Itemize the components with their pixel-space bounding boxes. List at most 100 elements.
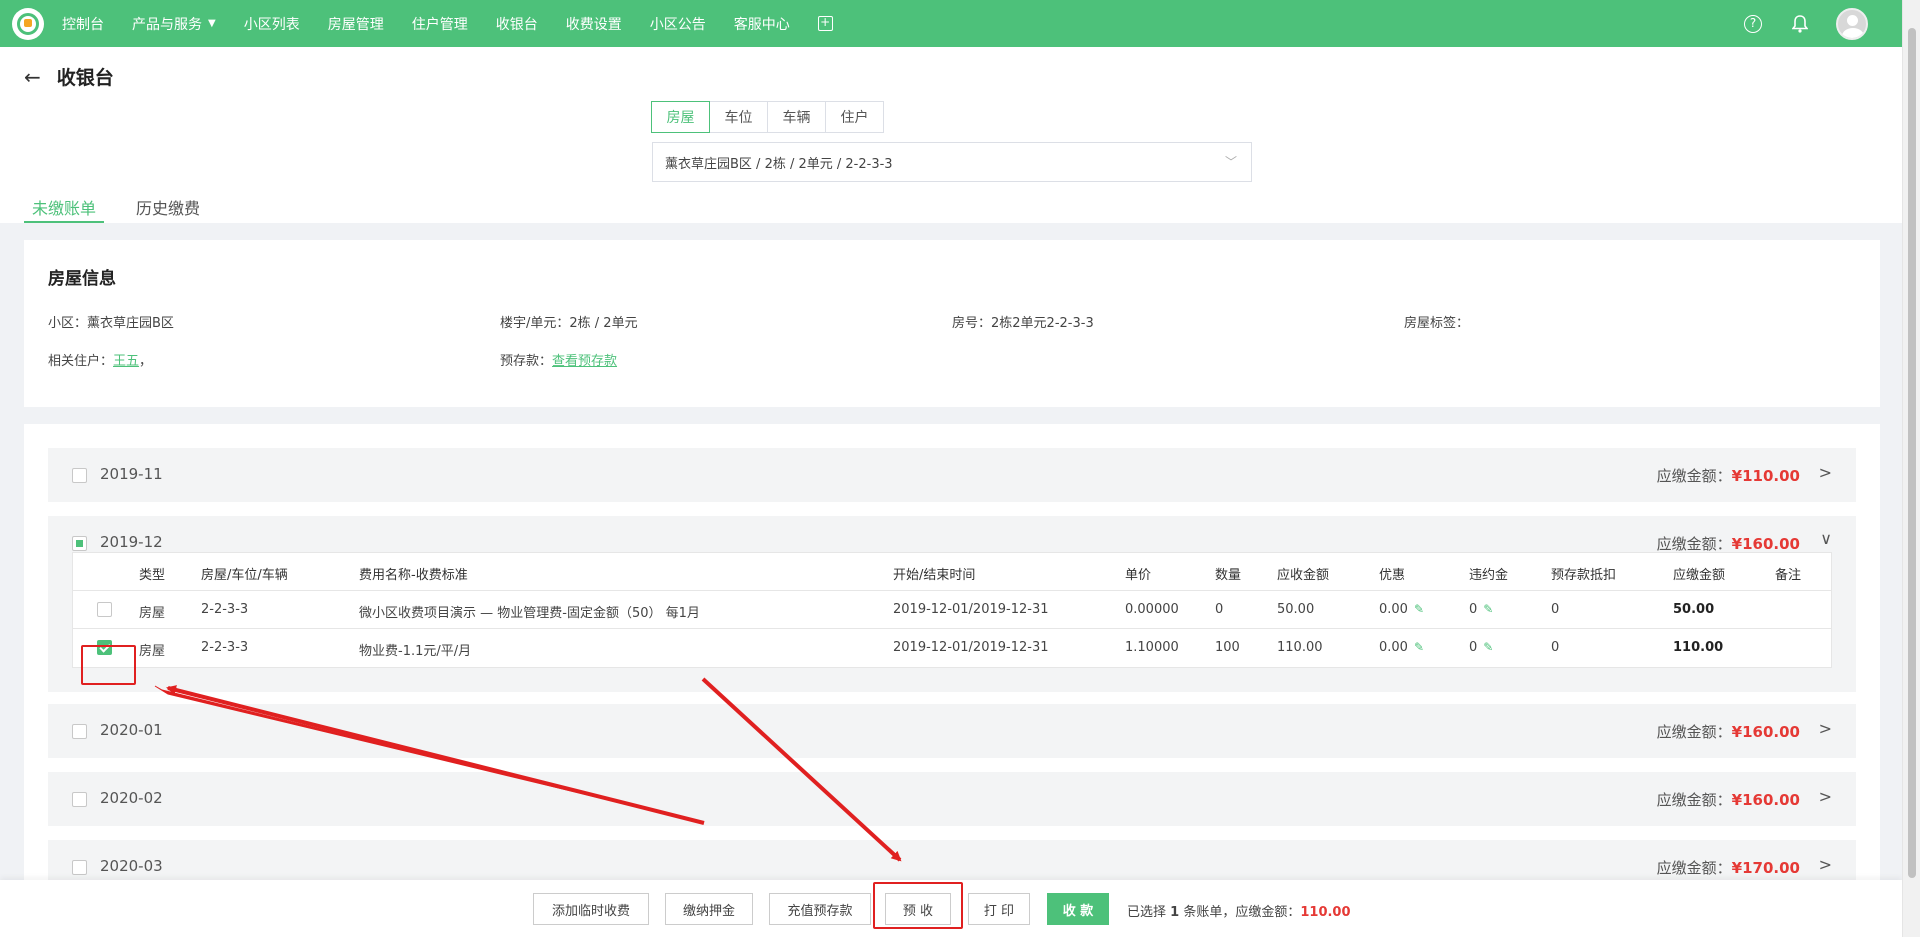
col-deduct: 预存款抵扣 (1551, 568, 1617, 583)
month-amount: 应缴金额：¥170.00 (1657, 857, 1800, 878)
col-discount: 优惠 (1379, 568, 1406, 583)
building-label: 楼宇/单元： (500, 316, 570, 331)
month-checkbox[interactable] (72, 724, 87, 739)
top-nav: 控制台 产品与服务 ▼ 小区列表 房屋管理 住户管理 收银台 收费设置 小区公告 … (0, 0, 1902, 47)
add-temp-fee-button[interactable]: 添加临时收费 (533, 893, 649, 925)
community-label: 小区： (48, 316, 88, 331)
chevron-right-icon[interactable]: > (1819, 787, 1832, 806)
cell-type: 房屋 (139, 644, 166, 659)
chevron-right-icon[interactable]: > (1819, 855, 1832, 874)
month-group[interactable]: 2019-11 应缴金额：¥110.00 > (48, 448, 1856, 502)
view-deposit-link[interactable]: 查看预存款 (552, 354, 617, 369)
nav-customer-service[interactable]: 客服中心 (734, 14, 790, 34)
amount-prefix: 应缴金额： (1656, 859, 1732, 877)
cell-deduct: 0 (1551, 602, 1560, 617)
house-info-title: 房屋信息 (48, 269, 116, 289)
month-group[interactable]: 2020-02 应缴金额：¥160.00 > (48, 772, 1856, 826)
discount-value: 0.00 (1379, 602, 1408, 617)
resident-link[interactable]: 王五 (113, 354, 139, 369)
page-header: ← 收银台 房屋 车位 车辆 住户 薰衣草庄园B区 / 2栋 / 2单元 / 2… (0, 47, 1902, 223)
page-title: 收银台 (56, 67, 114, 89)
nav-fee-settings[interactable]: 收费设置 (566, 14, 622, 34)
nav-label: 房屋管理 (327, 16, 384, 33)
selected-count: 1 (1170, 905, 1180, 920)
nav-label: 住户管理 (411, 16, 468, 33)
add-tab-icon[interactable]: + (817, 16, 833, 31)
summary-prefix: 已选择 (1127, 905, 1167, 920)
cell-price: 1.10000 (1125, 640, 1179, 655)
month-label: 2020-03 (100, 857, 163, 875)
pay-deposit-button[interactable]: 缴纳押金 (665, 893, 753, 925)
nav-products[interactable]: 产品与服务 ▼ (132, 14, 216, 34)
nav-dashboard[interactable]: 控制台 (62, 14, 104, 34)
nav-cashier[interactable]: 收银台 (496, 14, 538, 34)
segment-vehicle[interactable]: 车辆 (767, 101, 826, 133)
recharge-prepaid-button[interactable]: 充值预存款 (769, 893, 871, 925)
edit-pencil-icon[interactable]: ✎ (1483, 640, 1493, 654)
month-checkbox[interactable] (72, 536, 87, 551)
col-fee: 费用名称-收费标准 (359, 568, 468, 583)
segment-resident[interactable]: 住户 (825, 101, 884, 133)
month-checkbox[interactable] (72, 468, 87, 483)
residents-label: 相关住户： (48, 354, 114, 369)
chevron-down-icon[interactable]: ∨ (1820, 529, 1832, 548)
nav-resident-management[interactable]: 住户管理 (412, 14, 468, 34)
segment-house[interactable]: 房屋 (651, 101, 710, 133)
print-button[interactable]: 打 印 (968, 893, 1030, 925)
cell-discount: 0.00 ✎ (1379, 640, 1424, 655)
nav-label: 控制台 (62, 16, 104, 33)
cell-fee: 物业费-1.1元/平/月 (359, 644, 472, 659)
residents-suffix: ， (139, 354, 153, 369)
cell-receivable: 50.00 (1277, 602, 1315, 617)
residents-field: 相关住户：王五， (48, 350, 152, 369)
scrollbar-thumb[interactable] (1908, 28, 1916, 878)
collect-payment-button[interactable]: 收 款 (1047, 893, 1109, 925)
segment-parking[interactable]: 车位 (709, 101, 768, 133)
amount-prefix: 应缴金额： (1656, 535, 1732, 553)
col-payable: 应缴金额 (1673, 568, 1726, 583)
nav-label: 产品与服务 (132, 16, 202, 33)
tab-payment-history[interactable]: 历史缴费 (128, 195, 208, 223)
cell-unit: 2-2-3-3 (201, 602, 249, 617)
cell-price: 0.00000 (1125, 602, 1179, 617)
month-label: 2019-12 (100, 533, 163, 551)
house-logo-icon (17, 12, 39, 35)
house-tag-field: 房屋标签： (1404, 312, 1469, 331)
title-row: ← 收银台 (24, 63, 114, 90)
annotation-highlight-checkbox (81, 645, 136, 685)
month-checkbox[interactable] (72, 860, 87, 875)
room-value: 2栋2单元2-2-3-3 (991, 316, 1094, 331)
nav-house-management[interactable]: 房屋管理 (328, 14, 384, 34)
edit-pencil-icon[interactable]: ✎ (1483, 602, 1493, 616)
amount-prefix: 应缴金额： (1656, 467, 1732, 485)
edit-pencil-icon[interactable]: ✎ (1414, 640, 1424, 654)
page-scrollbar[interactable] (1902, 0, 1920, 937)
cell-receivable: 110.00 (1277, 640, 1323, 655)
chevron-right-icon[interactable]: > (1819, 463, 1832, 482)
nav-label: 收银台 (495, 16, 538, 33)
amount-value: ¥160.00 (1731, 723, 1800, 741)
amount-value: ¥170.00 (1731, 859, 1800, 877)
help-icon[interactable]: ? (1744, 14, 1762, 33)
deposit-field: 预存款：查看预存款 (500, 350, 617, 369)
nav-label: 收费设置 (565, 16, 622, 33)
col-period: 开始/结束时间 (893, 568, 976, 583)
nav-label: 小区列表 (243, 16, 300, 33)
house-selector[interactable]: 薰衣草庄园B区 / 2栋 / 2单元 / 2-2-3-3 ﹀ (652, 142, 1252, 182)
logo[interactable] (12, 7, 44, 40)
deposit-label: 预存款： (500, 354, 553, 369)
bell-icon[interactable] (1792, 14, 1808, 33)
month-group[interactable]: 2020-01 应缴金额：¥160.00 > (48, 704, 1856, 758)
row-checkbox[interactable] (97, 602, 112, 617)
edit-pencil-icon[interactable]: ✎ (1414, 602, 1424, 616)
avatar[interactable] (1836, 7, 1868, 40)
table-row: 房屋 2-2-3-3 微小区收费项目演示 — 物业管理费-固定金额（50） 每1… (73, 591, 1831, 629)
tab-unpaid-bills[interactable]: 未缴账单 (24, 195, 105, 223)
nav-announcements[interactable]: 小区公告 (650, 14, 706, 34)
nav-community-list[interactable]: 小区列表 (244, 14, 300, 34)
back-arrow-icon[interactable]: ← (24, 65, 41, 89)
col-note: 备注 (1775, 568, 1802, 583)
chevron-right-icon[interactable]: > (1819, 719, 1832, 738)
month-checkbox[interactable] (72, 792, 87, 807)
table-row: 房屋 2-2-3-3 物业费-1.1元/平/月 2019-12-01/2019-… (73, 629, 1831, 667)
